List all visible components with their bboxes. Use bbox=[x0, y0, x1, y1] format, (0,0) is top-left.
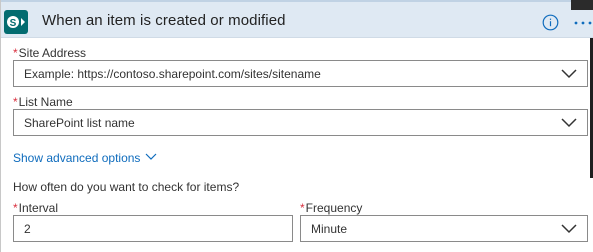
trigger-card: S When an item is created or modified *S… bbox=[0, 0, 593, 252]
site-address-label-text: Site Address bbox=[18, 46, 87, 60]
frequency-label-text: Frequency bbox=[305, 201, 363, 215]
interval-label: *Interval bbox=[13, 201, 58, 215]
frequency-dropdown[interactable]: Minute bbox=[300, 215, 588, 242]
svg-text:S: S bbox=[10, 18, 17, 29]
list-name-placeholder: SharePoint list name bbox=[24, 116, 135, 130]
frequency-value: Minute bbox=[311, 222, 348, 236]
site-address-dropdown[interactable]: Example: https://contoso.sharepoint.com/… bbox=[13, 60, 588, 87]
site-address-label: *Site Address bbox=[13, 46, 86, 60]
chevron-down-icon bbox=[561, 118, 577, 128]
interval-label-text: Interval bbox=[18, 201, 59, 215]
interval-value: 2 bbox=[24, 222, 31, 236]
frequency-label: *Frequency bbox=[300, 201, 362, 215]
info-icon[interactable] bbox=[542, 14, 559, 31]
interval-input[interactable]: 2 bbox=[13, 215, 293, 242]
card-header[interactable]: S When an item is created or modified bbox=[1, 0, 593, 38]
required-marker: * bbox=[13, 201, 18, 215]
chevron-down-icon[interactable] bbox=[145, 152, 157, 162]
list-name-label: *List Name bbox=[13, 95, 73, 109]
show-advanced-options-link[interactable]: Show advanced options bbox=[13, 151, 140, 165]
card-title: When an item is created or modified bbox=[42, 12, 286, 29]
list-name-dropdown[interactable]: SharePoint list name bbox=[13, 109, 588, 136]
more-options-icon[interactable] bbox=[572, 14, 593, 31]
required-marker: * bbox=[300, 201, 305, 215]
required-marker: * bbox=[13, 95, 18, 109]
sharepoint-icon: S bbox=[4, 10, 28, 34]
site-address-placeholder: Example: https://contoso.sharepoint.com/… bbox=[24, 67, 321, 81]
check-frequency-question: How often do you want to check for items… bbox=[13, 180, 240, 194]
chevron-down-icon bbox=[561, 69, 577, 79]
required-marker: * bbox=[13, 46, 18, 60]
chevron-down-icon bbox=[561, 224, 577, 234]
list-name-label-text: List Name bbox=[18, 95, 73, 109]
window-edge bbox=[571, 0, 593, 10]
